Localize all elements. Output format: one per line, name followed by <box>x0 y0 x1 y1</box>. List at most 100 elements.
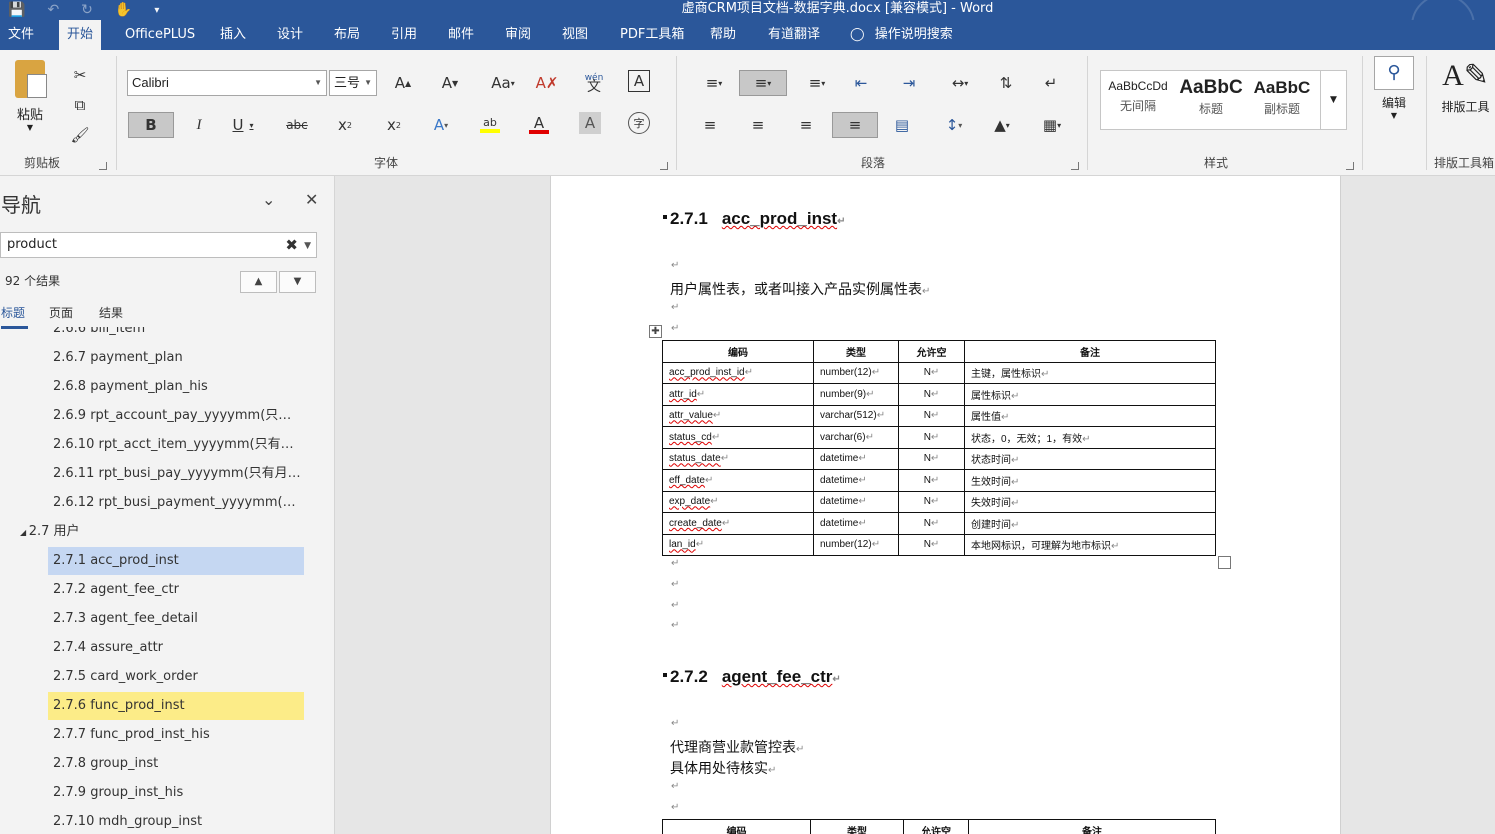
field-type-cell[interactable]: number(9)↵ <box>813 383 899 406</box>
styles-gallery[interactable]: AaBbCcDd 无间隔 AaBbC 标题 AaBbC 副标题 ▼ <box>1100 70 1347 130</box>
copy-icon[interactable]: ⧉ <box>66 92 94 118</box>
document-page[interactable]: 2.7.1 acc_prod_inst↵ ↵ 用户属性表，或者叫接入产品实例属性表… <box>550 176 1341 834</box>
style-subtitle[interactable]: AaBbC 副标题 <box>1249 71 1315 129</box>
distributed-icon[interactable]: ▤ <box>888 112 916 138</box>
field-type-cell[interactable]: datetime↵ <box>813 490 899 513</box>
field-type-cell[interactable]: number(12)↵ <box>813 533 899 556</box>
field-code-cell[interactable]: lan_id↵ <box>662 533 814 556</box>
nullable-cell[interactable]: N↵ <box>898 512 965 535</box>
clear-search-icon[interactable]: ✖ <box>285 233 298 257</box>
nav-heading-item[interactable]: 2.7.4 assure_attr <box>48 634 304 662</box>
field-code-cell[interactable]: eff_date↵ <box>662 469 814 492</box>
tab-file[interactable]: 文件 <box>0 20 42 50</box>
nullable-cell[interactable]: N↵ <box>898 447 965 470</box>
phonetic-guide-icon[interactable]: wén 文 <box>580 70 608 96</box>
font-name-combo[interactable]: Calibri ▼ <box>127 70 327 96</box>
next-result-button[interactable]: ▼ <box>279 271 316 293</box>
borders-icon[interactable]: ▦ ▾ <box>1034 112 1070 138</box>
nav-heading-item[interactable]: 2.6.8 payment_plan_his <box>48 373 304 401</box>
strikethrough-icon[interactable]: abc <box>283 112 311 138</box>
tab-references[interactable]: 引用 <box>383 20 425 50</box>
font-launcher-icon[interactable] <box>660 162 668 170</box>
search-options-chevron-icon[interactable]: ▼ <box>304 234 311 258</box>
styles-launcher-icon[interactable] <box>1346 162 1354 170</box>
style-title[interactable]: AaBbC 标题 <box>1177 71 1245 129</box>
field-code-cell[interactable]: status_date↵ <box>662 447 814 470</box>
field-type-cell[interactable]: datetime↵ <box>813 512 899 535</box>
change-case-icon[interactable]: Aa ▾ <box>486 70 520 96</box>
nav-search-box[interactable]: product ✖ ▼ <box>0 232 317 258</box>
field-code-cell[interactable]: exp_date↵ <box>662 490 814 513</box>
remark-cell[interactable]: 失效时间↵ <box>964 490 1216 513</box>
nav-options-chevron-icon[interactable]: ⌄ <box>262 190 275 209</box>
remark-cell[interactable]: 属性标识↵ <box>964 383 1216 406</box>
field-code-cell[interactable]: attr_value↵ <box>662 404 814 427</box>
tab-results[interactable]: 结果 <box>99 304 123 321</box>
nullable-cell[interactable]: N↵ <box>898 426 965 449</box>
nav-heading-item[interactable]: 2.6.6 bill_item <box>48 327 304 343</box>
remark-cell[interactable]: 主键，属性标识↵ <box>964 361 1216 384</box>
bullets-icon[interactable]: ≡ ▾ <box>696 70 732 96</box>
font-color-icon[interactable]: A <box>525 112 553 138</box>
editing-button[interactable]: ⚲ 编辑 ▼ <box>1372 56 1416 132</box>
superscript-icon[interactable]: x2 <box>380 112 408 138</box>
nav-heading-item[interactable]: 2.7.6 func_prod_inst <box>48 692 304 720</box>
character-border-icon[interactable]: A <box>628 70 650 92</box>
tab-view[interactable]: 视图 <box>554 20 596 50</box>
field-type-cell[interactable]: varchar(512)↵ <box>813 404 899 427</box>
nullable-cell[interactable]: N↵ <box>898 533 965 556</box>
field-type-cell[interactable]: datetime↵ <box>813 447 899 470</box>
field-code-cell[interactable]: status_cd↵ <box>662 426 814 449</box>
shading-icon[interactable]: ▲ ▾ <box>984 112 1020 138</box>
nav-heading-item[interactable]: 2.7.3 agent_fee_detail <box>48 605 304 633</box>
field-code-cell[interactable]: create_date↵ <box>662 512 814 535</box>
tab-pdf-tools[interactable]: PDF工具箱 <box>612 20 692 50</box>
field-code-cell[interactable]: acc_prod_inst_id↵ <box>662 361 814 384</box>
remark-cell[interactable]: 状态时间↵ <box>964 447 1216 470</box>
nav-heading-item[interactable]: 2.6.12 rpt_busi_payment_yyyymm(只有月... <box>48 489 304 517</box>
table-resize-handle-icon[interactable] <box>1218 556 1231 569</box>
nav-heading-item[interactable]: 2.6.11 rpt_busi_pay_yyyymm(只有月表) <box>48 460 304 488</box>
previous-result-button[interactable]: ▲ <box>240 271 277 293</box>
paragraph-launcher-icon[interactable] <box>1071 162 1079 170</box>
highlight-color-icon[interactable]: ab <box>476 112 504 138</box>
tab-headings[interactable]: 标题 <box>1 304 29 329</box>
decrease-indent-icon[interactable]: ⇤ <box>847 70 875 96</box>
remark-cell[interactable]: 属性值↵ <box>964 404 1216 427</box>
close-icon[interactable]: ✕ <box>305 190 318 209</box>
tab-pages[interactable]: 页面 <box>49 304 73 321</box>
numbering-icon[interactable]: ≡ ▾ <box>739 70 787 96</box>
align-right-icon[interactable]: ≡ <box>792 112 820 138</box>
clipboard-launcher-icon[interactable] <box>99 162 107 170</box>
nav-heading-group[interactable]: ◢ 2.7 用户 <box>20 518 276 546</box>
field-type-cell[interactable]: datetime↵ <box>813 469 899 492</box>
line-spacing-icon[interactable]: ↕ ▾ <box>937 112 971 138</box>
text-effects-icon[interactable]: A ▾ <box>427 112 455 138</box>
tab-layout[interactable]: 布局 <box>326 20 368 50</box>
sort-icon[interactable]: ⇅ <box>992 70 1020 96</box>
nav-heading-item[interactable]: 2.6.7 payment_plan <box>48 344 304 372</box>
tab-design[interactable]: 设计 <box>269 20 311 50</box>
nav-heading-item[interactable]: 2.7.9 group_inst_his <box>48 779 304 807</box>
nav-heading-item[interactable]: 2.7.8 group_inst <box>48 750 304 778</box>
underline-button[interactable]: U ▾ <box>229 112 257 138</box>
remark-cell[interactable]: 本地网标识，可理解为地市标识↵ <box>964 533 1216 556</box>
field-type-cell[interactable]: varchar(6)↵ <box>813 426 899 449</box>
grow-font-icon[interactable]: A ▲ <box>389 70 417 96</box>
table-move-handle-icon[interactable]: ✚ <box>649 325 662 338</box>
tell-me-search[interactable]: ◯ 操作说明搜索 <box>842 20 961 50</box>
typeset-tools-button[interactable]: A✎ 排版工具 <box>1436 58 1495 128</box>
shrink-font-icon[interactable]: A ▼ <box>436 70 464 96</box>
character-scaling-icon[interactable]: ↔ ▾ <box>943 70 977 96</box>
align-left-icon[interactable]: ≡ <box>696 112 724 138</box>
field-type-cell[interactable]: number(12)↵ <box>813 361 899 384</box>
style-no-spacing[interactable]: AaBbCcDd 无间隔 <box>1101 71 1175 129</box>
cut-icon[interactable]: ✂ <box>66 62 94 88</box>
tab-insert[interactable]: 插入 <box>212 20 254 50</box>
remark-cell[interactable]: 创建时间↵ <box>964 512 1216 535</box>
tab-review[interactable]: 审阅 <box>497 20 539 50</box>
remark-cell[interactable]: 生效时间↵ <box>964 469 1216 492</box>
collapse-triangle-icon[interactable]: ◢ <box>20 528 29 537</box>
remark-cell[interactable]: 状态，0，无效；1，有效↵ <box>964 426 1216 449</box>
nav-heading-item[interactable]: 2.7.5 card_work_order <box>48 663 304 691</box>
